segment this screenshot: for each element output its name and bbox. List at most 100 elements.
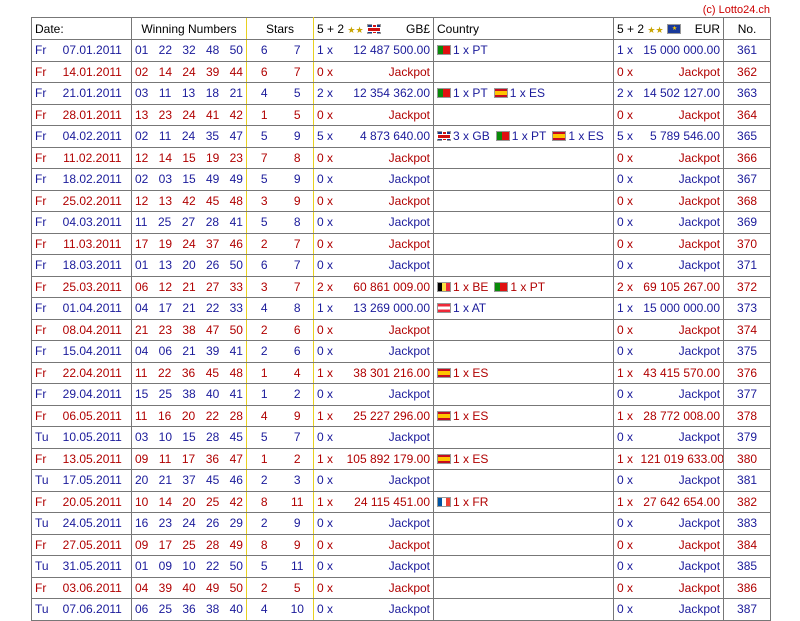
table-row: Fr 20.05.2011 10 14 20 25 42 8 11 1 x 24 115… (31, 490, 772, 513)
star-2-cell: 9 (281, 512, 315, 535)
date-cell: 03.06.2011 (53, 576, 132, 599)
results-table: Date: Winning Numbers Stars 5 + 2 ★★ GB£… (31, 17, 772, 621)
draw-no-cell: 380 (723, 447, 772, 470)
winning-number: 21 (182, 279, 196, 294)
eu-amount-cell: 121 019 633.00 (637, 447, 724, 470)
eu-amount-cell: Jackpot (637, 555, 724, 578)
eu-amount-cell: Jackpot (637, 146, 724, 169)
star-2-cell: 9 (281, 125, 315, 148)
gb-amount-cell: 60 861 009.00 (338, 275, 434, 298)
gb-amount-cell: Jackpot (338, 318, 434, 341)
winning-number: 46 (229, 473, 243, 488)
winning-number: 11 (135, 215, 148, 230)
winning-number: 48 (205, 43, 220, 58)
eu-count-cell: 0 x (613, 598, 638, 621)
star-2-cell: 7 (281, 254, 315, 277)
gb-count-cell: 0 x (313, 512, 339, 535)
date-cell: 14.01.2011 (53, 60, 132, 83)
eu-amount-cell: 27 642 654.00 (637, 490, 724, 513)
table-row: Fr 14.01.2011 02 14 24 39 44 6 7 0 x Jackpot… (31, 60, 772, 83)
draw-no-cell: 369 (723, 211, 772, 234)
winning-number: 41 (205, 107, 220, 122)
star-1-cell: 8 (246, 490, 282, 513)
winning-numbers-cell: 03 10 15 28 45 (131, 426, 247, 449)
winning-number: 20 (182, 258, 196, 273)
eu-amount-cell: Jackpot (637, 189, 724, 212)
flag-pt-icon (494, 281, 509, 292)
flag-gb-icon (437, 131, 452, 142)
gb-amount-cell: Jackpot (338, 426, 434, 449)
winning-number: 24 (182, 236, 196, 251)
winning-numbers-cell: 11 22 36 45 48 (131, 361, 247, 384)
winning-number: 11 (158, 451, 172, 466)
date-cell: 25.03.2011 (53, 275, 132, 298)
gb-amount-cell: Jackpot (338, 189, 434, 212)
winning-number: 44 (229, 64, 243, 79)
winning-number: 33 (229, 279, 243, 294)
winning-number: 16 (157, 408, 172, 423)
country-cell: 1 x PT 1 x ES (433, 82, 614, 105)
winning-number: 26 (205, 516, 220, 531)
winning-number: 24 (182, 516, 196, 531)
winning-number: 17 (135, 236, 149, 251)
gb-amount-cell: Jackpot (338, 576, 434, 599)
star-1-cell: 2 (246, 512, 282, 535)
star-2-cell: 8 (281, 146, 315, 169)
winning-numbers-cell: 01 09 10 22 50 (131, 555, 247, 578)
winning-numbers-cell: 17 19 24 37 46 (131, 232, 247, 255)
header-date: Date: (31, 17, 132, 40)
eu-count-cell: 2 x (613, 82, 638, 105)
star-1-cell: 5 (246, 426, 282, 449)
flag-es-icon (437, 410, 452, 421)
star-1-cell: 1 (246, 361, 282, 384)
eu-count-cell: 0 x (613, 254, 638, 277)
gbp-currency: GB£ (406, 21, 431, 36)
winning-number: 11 (135, 365, 148, 380)
winning-numbers-cell: 02 11 24 35 47 (131, 125, 247, 148)
eu-count-cell: 1 x (613, 447, 638, 470)
eu-amount-cell: 5 789 546.00 (637, 125, 724, 148)
winning-number: 50 (229, 559, 243, 574)
eu-amount-cell: Jackpot (637, 383, 724, 406)
eu-count-cell: 0 x (613, 469, 638, 492)
winning-number: 25 (182, 537, 196, 552)
winning-number: 26 (205, 258, 220, 273)
eu-count-cell: 1 x (613, 297, 638, 320)
table-row: Fr 28.01.2011 13 23 24 41 42 1 5 0 x Jackpot… (31, 103, 772, 126)
country-cell (433, 555, 614, 578)
day-cell: Fr (31, 60, 54, 83)
gb-amount-cell: 38 301 216.00 (338, 361, 434, 384)
star-2-cell: 7 (281, 232, 315, 255)
winning-number: 39 (205, 344, 220, 359)
table-row: Fr 21.01.2011 03 11 13 18 21 4 5 2 x 12 354 … (31, 82, 772, 105)
flag-fr-icon (437, 496, 452, 507)
eu-amount-cell: 15 000 000.00 (637, 39, 724, 62)
country-entry: 1 x PT (437, 86, 488, 100)
day-cell: Fr (31, 211, 54, 234)
table-row: Fr 13.05.2011 09 11 17 36 47 1 2 1 x 105 892… (31, 447, 772, 470)
star-2-cell: 2 (281, 447, 315, 470)
gb-amount-cell: 12 487 500.00 (338, 39, 434, 62)
winning-numbers-cell: 04 17 21 22 33 (131, 297, 247, 320)
star-2-cell: 11 (281, 555, 315, 578)
gb-count-cell: 5 x (313, 125, 339, 148)
winning-numbers-cell: 21 23 38 47 50 (131, 318, 247, 341)
star-1-cell: 1 (246, 103, 282, 126)
day-cell: Fr (31, 146, 54, 169)
winning-number: 11 (158, 86, 172, 101)
country-cell: 1 x PT (433, 39, 614, 62)
winning-number: 01 (135, 559, 149, 574)
winning-numbers-cell: 01 13 20 26 50 (131, 254, 247, 277)
winning-number: 21 (182, 344, 196, 359)
table-row: Fr 04.02.2011 02 11 24 35 47 5 9 5 x 4 873 6… (31, 125, 772, 148)
winning-numbers-cell: 02 03 15 49 49 (131, 168, 247, 191)
winning-number: 38 (182, 322, 196, 337)
country-cell (433, 60, 614, 83)
date-cell: 17.05.2011 (53, 469, 132, 492)
draw-no-cell: 364 (723, 103, 772, 126)
winning-number: 12 (135, 150, 149, 165)
winning-numbers-cell: 11 25 27 28 41 (131, 211, 247, 234)
winning-number: 50 (229, 258, 243, 273)
winning-number: 21 (158, 473, 173, 488)
winning-number: 01 (135, 258, 149, 273)
